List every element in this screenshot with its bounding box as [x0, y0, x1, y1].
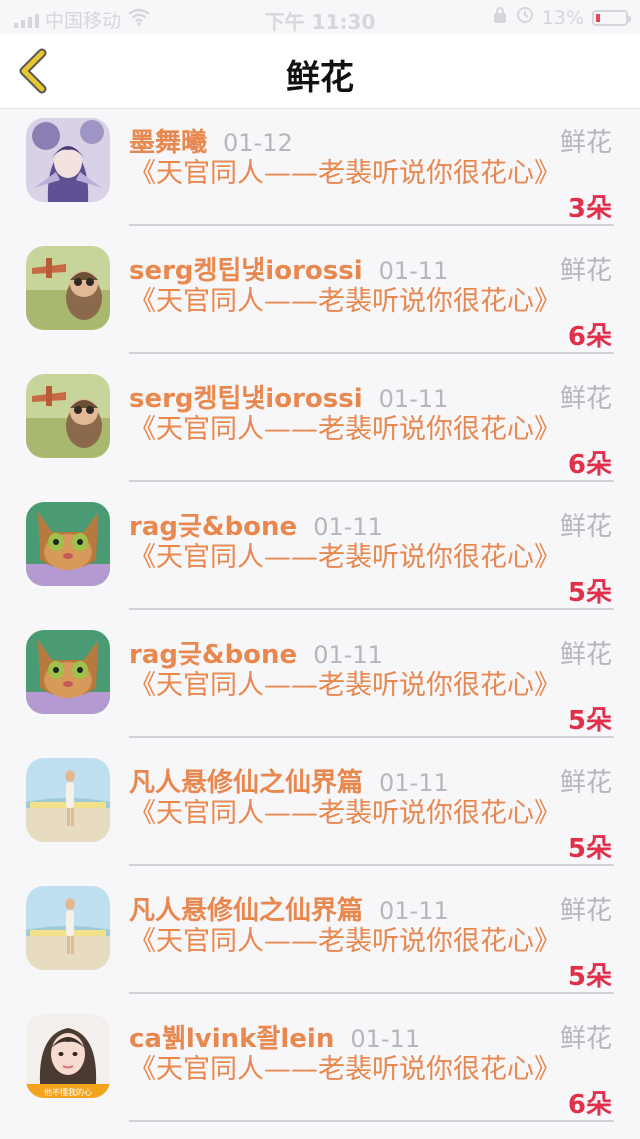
gift-count: 3朵 — [567, 194, 612, 224]
avatar[interactable] — [26, 118, 110, 202]
nav-bar: 鲜花 — [0, 34, 640, 109]
book-title[interactable]: 《天官同人——老裴听说你很花心》 — [129, 670, 561, 702]
divider — [129, 224, 614, 226]
book-title[interactable]: 《天官同人——老裴听说你很花心》 — [129, 926, 561, 958]
gift-type: 鲜花 — [559, 512, 612, 542]
list-item[interactable]: rag긎&bone 01-11 鲜花 《天官同人——老裴听说你很花心》 5朵 — [0, 620, 640, 748]
name-line: 凡人悬修仙之仙界篇 01-11 — [129, 890, 449, 927]
lock-rotation-icon — [492, 6, 508, 29]
divider — [129, 352, 614, 354]
user-name[interactable]: 凡人悬修仙之仙界篇 — [129, 768, 363, 798]
list-item[interactable]: rag긎&bone 01-11 鲜花 《天官同人——老裴听说你很花心》 5朵 — [0, 492, 640, 620]
book-title[interactable]: 《天官同人——老裴听说你很花心》 — [129, 158, 561, 190]
gift-type: 鲜花 — [559, 384, 612, 414]
user-name[interactable]: serg켕팁냋iorossi — [129, 256, 363, 286]
book-title[interactable]: 《天官同人——老裴听说你很花心》 — [129, 414, 561, 446]
gift-type: 鲜花 — [559, 128, 612, 158]
status-right: 13% — [492, 6, 631, 29]
date: 01-11 — [313, 513, 383, 541]
gift-type: 鲜花 — [559, 896, 612, 926]
avatar-caption: 他不懂我的心 — [44, 1087, 92, 1097]
user-name[interactable]: 墨舞曦 — [129, 128, 207, 158]
list-item[interactable]: serg켕팁냋iorossi 01-11 鲜花 《天官同人——老裴听说你很花心》 … — [0, 236, 640, 364]
gift-count: 5朵 — [567, 962, 612, 992]
name-line: rag긎&bone 01-11 — [129, 634, 383, 671]
date: 01-11 — [379, 897, 449, 925]
avatar[interactable]: 他不懂我的心 — [26, 1014, 110, 1098]
date: 01-12 — [223, 129, 293, 157]
divider — [129, 736, 614, 738]
date: 01-11 — [379, 769, 449, 797]
divider — [129, 992, 614, 994]
page-title: 鲜花 — [286, 58, 354, 98]
name-line: 凡人悬修仙之仙界篇 01-11 — [129, 762, 449, 799]
divider — [129, 480, 614, 482]
avatar[interactable] — [26, 246, 110, 330]
gift-count: 6朵 — [567, 450, 612, 480]
gift-type: 鲜花 — [559, 640, 612, 670]
list-item[interactable]: 凡人悬修仙之仙界篇 01-11 鲜花 《天官同人——老裴听说你很花心》 5朵 — [0, 748, 640, 876]
gift-type: 鲜花 — [559, 256, 612, 286]
gift-count: 5朵 — [567, 834, 612, 864]
user-name[interactable]: 凡人悬修仙之仙界篇 — [129, 896, 363, 926]
name-line: serg켕팁냋iorossi 01-11 — [129, 250, 448, 287]
status-bar: 中国移动 下午 11:30 13% — [0, 0, 640, 34]
name-line: serg켕팁냋iorossi 01-11 — [129, 378, 448, 415]
avatar[interactable] — [26, 886, 110, 970]
user-name[interactable]: serg켕팁냋iorossi — [129, 384, 363, 414]
user-name[interactable]: rag긎&bone — [129, 640, 297, 670]
avatar[interactable] — [26, 758, 110, 842]
date: 01-11 — [313, 641, 383, 669]
list-item[interactable]: 墨舞曦 01-12 鲜花 《天官同人——老裴听说你很花心》 3朵 — [0, 108, 640, 236]
battery-percent: 13% — [541, 6, 584, 29]
avatar[interactable] — [26, 502, 110, 586]
gift-count: 5朵 — [567, 578, 612, 608]
list-item[interactable]: 他不懂我的心 ca뷁lvink좔lein 01-11 鲜花 《天官同人——老裴听说… — [0, 1004, 640, 1132]
avatar[interactable] — [26, 630, 110, 714]
date: 01-11 — [378, 257, 449, 285]
gift-type: 鲜花 — [559, 1024, 612, 1054]
name-line: 墨舞曦 01-12 — [129, 122, 293, 159]
name-line: ca뷁lvink좔lein 01-11 — [129, 1018, 420, 1055]
date: 01-11 — [378, 385, 449, 413]
list-item[interactable]: serg켕팁냋iorossi 01-11 鲜花 《天官同人——老裴听说你很花心》 … — [0, 364, 640, 492]
divider — [129, 608, 614, 610]
gift-type: 鲜花 — [559, 768, 612, 798]
user-name[interactable]: ca뷁lvink좔lein — [129, 1024, 334, 1054]
book-title[interactable]: 《天官同人——老裴听说你很花心》 — [129, 1054, 561, 1086]
name-line: rag긎&bone 01-11 — [129, 506, 383, 543]
divider — [129, 864, 614, 866]
avatar[interactable] — [26, 374, 110, 458]
alarm-icon — [516, 6, 534, 29]
user-name[interactable]: rag긎&bone — [129, 512, 297, 542]
book-title[interactable]: 《天官同人——老裴听说你很花心》 — [129, 798, 561, 830]
date: 01-11 — [350, 1025, 421, 1053]
screen: 中国移动 下午 11:30 13% 鲜花 墨舞曦 01-12 鲜花 《天官同人—… — [0, 0, 640, 1139]
gift-list: 墨舞曦 01-12 鲜花 《天官同人——老裴听说你很花心》 3朵 serg켕팁냋… — [0, 108, 640, 1132]
divider — [129, 1120, 614, 1122]
book-title[interactable]: 《天官同人——老裴听说你很花心》 — [129, 542, 561, 574]
gift-count: 6朵 — [567, 1090, 612, 1120]
battery-icon — [592, 9, 631, 26]
gift-count: 5朵 — [567, 706, 612, 736]
gift-count: 6朵 — [567, 322, 612, 352]
list-item[interactable]: 凡人悬修仙之仙界篇 01-11 鲜花 《天官同人——老裴听说你很花心》 5朵 — [0, 876, 640, 1004]
book-title[interactable]: 《天官同人——老裴听说你很花心》 — [129, 286, 561, 318]
